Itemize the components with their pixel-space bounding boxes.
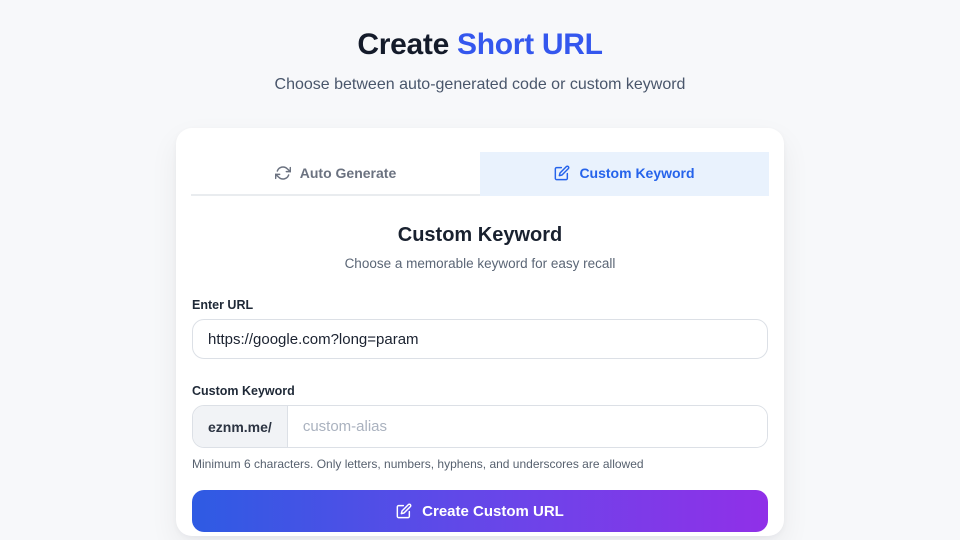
create-custom-url-button[interactable]: Create Custom URL	[192, 490, 768, 532]
page-title: Create Short URL	[0, 26, 960, 64]
panel-heading: Custom Keyword	[191, 222, 769, 248]
url-field-label: Enter URL	[192, 298, 768, 312]
domain-prefix: eznm.me/	[193, 406, 288, 447]
panel-subheading: Choose a memorable keyword for easy reca…	[191, 255, 769, 273]
page-subtitle: Choose between auto-generated code or cu…	[0, 74, 960, 96]
keyword-help-text: Minimum 6 characters. Only letters, numb…	[192, 457, 768, 471]
custom-keyword-form: Enter URL Custom Keyword eznm.me/ Minimu…	[191, 298, 769, 532]
tab-auto-generate[interactable]: Auto Generate	[191, 152, 480, 196]
page-header: Create Short URL Choose between auto-gen…	[0, 0, 960, 96]
keyword-input[interactable]	[288, 406, 767, 447]
tab-bar: Auto Generate Custom Keyword	[191, 152, 769, 196]
keyword-input-group: eznm.me/	[192, 405, 768, 448]
page-title-prefix: Create	[357, 28, 457, 61]
tab-custom-keyword[interactable]: Custom Keyword	[480, 152, 769, 196]
tab-custom-keyword-label: Custom Keyword	[579, 165, 694, 181]
edit-icon	[554, 165, 570, 181]
refresh-icon	[275, 165, 291, 181]
create-custom-url-label: Create Custom URL	[422, 503, 564, 520]
edit-icon	[396, 503, 412, 519]
create-url-card: Auto Generate Custom Keyword Custom Keyw…	[176, 128, 784, 536]
page-title-accent: Short URL	[457, 28, 603, 61]
tab-auto-generate-label: Auto Generate	[300, 165, 396, 181]
keyword-field-label: Custom Keyword	[192, 384, 768, 398]
url-input[interactable]	[192, 319, 768, 359]
